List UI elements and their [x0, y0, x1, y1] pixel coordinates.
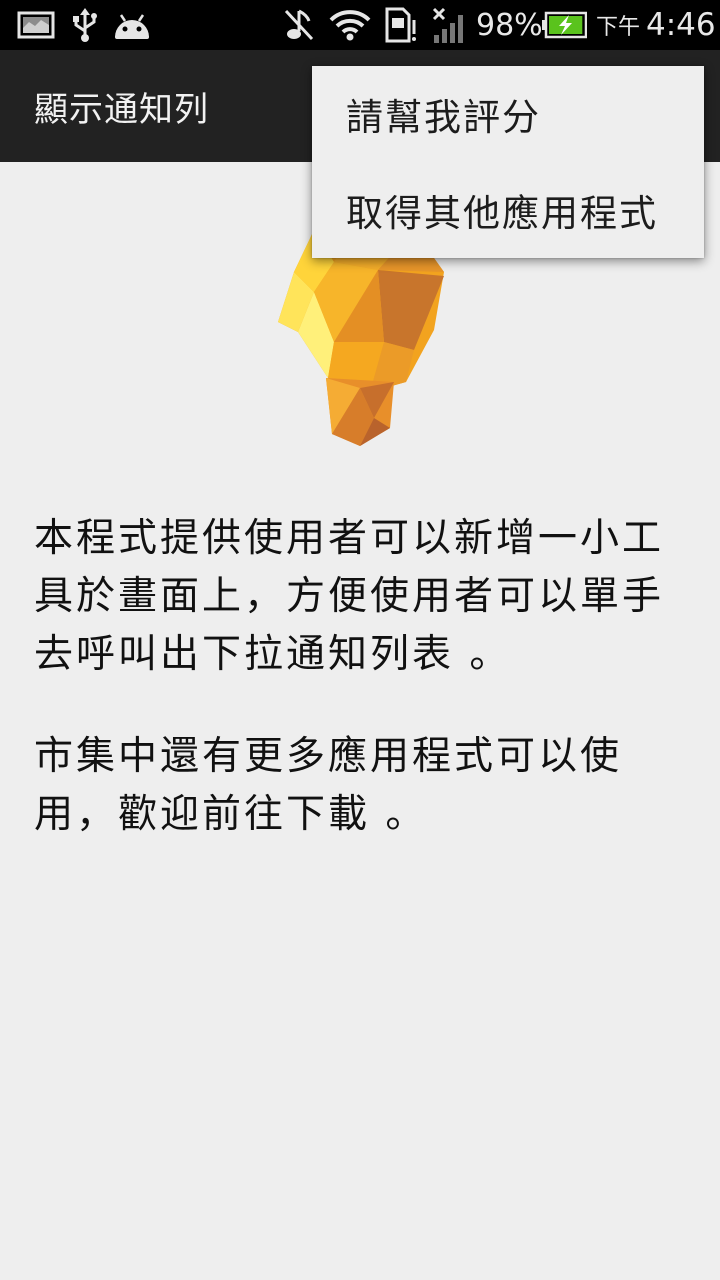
time-period: 下午 — [596, 15, 641, 40]
menu-item-rate-app[interactable]: 請幫我評分 — [312, 66, 704, 162]
muted-icon — [282, 0, 316, 50]
page-title: 顯示通知列 — [34, 89, 209, 130]
sim-card-icon — [382, 0, 420, 50]
battery-percent: 98% — [476, 7, 543, 43]
wifi-icon — [328, 0, 372, 50]
clock-time: 4:46 — [646, 7, 716, 43]
signal-icon — [430, 0, 468, 50]
status-bar: 98% 下午 4:46 — [0, 0, 720, 50]
screenshot-icon — [16, 0, 56, 50]
menu-item-more-apps[interactable]: 取得其他應用程式 — [312, 162, 704, 258]
overflow-menu: 請幫我評分 取得其他應用程式 — [312, 66, 704, 258]
usb-icon — [70, 0, 100, 50]
android-debug-icon — [110, 0, 154, 50]
store-promo-text: 市集中還有更多應用程式可以使用，歡迎前往下載 。 — [34, 734, 623, 837]
battery-charging-icon — [540, 0, 588, 50]
main-content: 本程式提供使用者可以新增一小工具於畫面上，方便使用者可以單手去呼叫出下拉通知列表… — [0, 162, 720, 1280]
app-description: 本程式提供使用者可以新增一小工具於畫面上，方便使用者可以單手去呼叫出下拉通知列表… — [34, 516, 665, 677]
